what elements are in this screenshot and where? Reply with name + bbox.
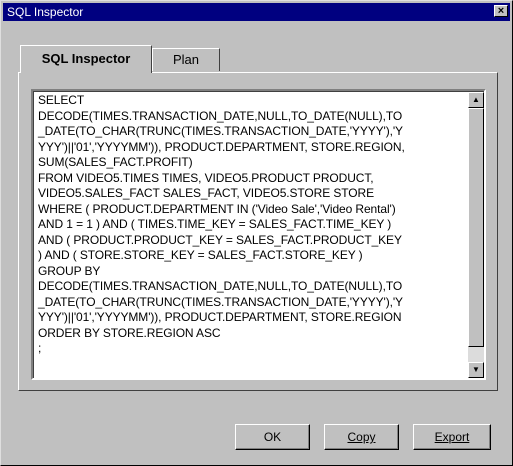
sql-statement: SELECT DECODE(TIMES.TRANSACTION_DATE,NULL…: [38, 93, 464, 357]
copy-button-label: Copy: [347, 430, 376, 444]
ok-button[interactable]: OK: [235, 424, 310, 450]
sql-line: DECODE(TIMES.TRANSACTION_DATE,NULL,TO_DA…: [38, 108, 403, 123]
arrow-down-icon: ▼: [472, 365, 480, 374]
tab-sql-inspector-label: SQL Inspector: [41, 51, 131, 66]
sql-line: ORDER BY STORE.REGION ASC: [38, 325, 221, 340]
export-button[interactable]: Export: [413, 424, 491, 450]
sql-line: YYY')||'01','YYYYMM')), PRODUCT.DEPARTME…: [38, 139, 405, 154]
sql-line: ;: [38, 341, 42, 355]
sql-line: AND ( PRODUCT.PRODUCT_KEY = SALES_FACT.P…: [38, 232, 402, 247]
vertical-scrollbar[interactable]: ▲ ▼: [468, 92, 484, 378]
sql-line: DECODE(TIMES.TRANSACTION_DATE,NULL,TO_DA…: [38, 279, 403, 293]
sql-line: SUM(SALES_FACT.PROFIT): [38, 155, 193, 169]
scroll-down-button[interactable]: ▼: [468, 362, 484, 378]
export-button-label: Export: [434, 430, 470, 444]
title-bar[interactable]: SQL Inspector ×: [3, 3, 510, 21]
copy-button[interactable]: Copy: [324, 424, 399, 450]
sql-line: FROM VIDEO5.TIMES TIMES, VIDEO5.PRODUCT …: [38, 170, 374, 185]
sql-line: _DATE(TO_CHAR(TRUNC(TIMES.TRANSACTION_DA…: [38, 124, 403, 138]
sql-line: _DATE(TO_CHAR(TRUNC(TIMES.TRANSACTION_DA…: [38, 294, 403, 309]
close-button[interactable]: ×: [494, 5, 508, 17]
sql-line: ) AND ( STORE.STORE_KEY = SALES_FACT.STO…: [38, 248, 363, 262]
window-title: SQL Inspector: [7, 5, 84, 19]
tab-sql-inspector[interactable]: SQL Inspector: [20, 45, 152, 73]
sql-line: VIDEO5.SALES_FACT SALES_FACT, VIDEO5.STO…: [38, 186, 374, 200]
close-icon: ×: [497, 5, 505, 17]
sql-text-area[interactable]: SELECT DECODE(TIMES.TRANSACTION_DATE,NULL…: [31, 89, 486, 380]
tab-panel: SELECT DECODE(TIMES.TRANSACTION_DATE,NULL…: [18, 72, 498, 391]
scroll-thumb[interactable]: [468, 108, 484, 347]
sql-line: GROUP BY: [38, 263, 101, 278]
arrow-up-icon: ▲: [472, 95, 480, 104]
tab-plan[interactable]: Plan: [152, 48, 220, 71]
sql-line: WHERE ( PRODUCT.DEPARTMENT IN ('Video Sa…: [38, 201, 396, 216]
sql-line: SELECT: [38, 93, 85, 107]
scroll-up-button[interactable]: ▲: [468, 92, 484, 108]
sql-line: YYY')||'01','YYYYMM')), PRODUCT.DEPARTME…: [38, 310, 402, 324]
tab-plan-label: Plan: [172, 52, 200, 67]
sql-line: AND 1 = 1 ) AND ( TIMES.TIME_KEY = SALES…: [38, 217, 392, 231]
ok-button-label: OK: [263, 430, 282, 444]
sql-inspector-window: SQL Inspector × SQL Inspector Plan SELEC…: [0, 0, 513, 466]
